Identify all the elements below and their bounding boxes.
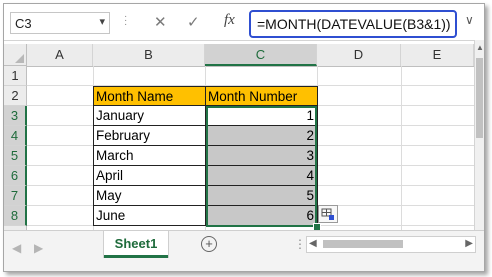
scroll-left-icon[interactable]: ◀: [309, 238, 317, 249]
row-header-3[interactable]: 3: [4, 106, 27, 126]
column-header-e[interactable]: E: [401, 44, 474, 66]
select-all-icon: [15, 54, 24, 63]
row-header-4[interactable]: 4: [4, 126, 27, 146]
expand-formula-bar-icon[interactable]: ∨: [465, 13, 474, 27]
splitter-handle-icon[interactable]: ⋮: [294, 237, 306, 251]
header-cell-month-number[interactable]: Month Number: [205, 86, 318, 106]
scroll-right-icon[interactable]: ▶: [465, 238, 473, 249]
row-header-7[interactable]: 7: [4, 186, 27, 206]
name-box[interactable]: C3 ▾: [10, 12, 110, 34]
sheet-tab-bar: ◀ ▶ Sheet1 + ⋮ ◀ ▶: [4, 230, 484, 271]
vertical-scrollbar[interactable]: ▲: [474, 40, 484, 230]
month-name-cell[interactable]: February: [93, 126, 206, 146]
month-name-cell[interactable]: March: [93, 146, 206, 166]
sheet-tab[interactable]: Sheet1: [104, 231, 168, 258]
horizontal-scroll-thumb[interactable]: [323, 240, 403, 248]
month-number-cell[interactable]: 3: [206, 146, 318, 166]
name-box-value: C3: [15, 16, 32, 31]
chevron-down-icon[interactable]: ▾: [99, 15, 105, 28]
column-header-a[interactable]: A: [27, 44, 93, 66]
month-number-cell[interactable]: 4: [206, 166, 318, 186]
quick-analysis-icon: [321, 208, 334, 220]
excel-window: C3 ▾ · · · ✕ ✓ fx =MONTH(DATEVALUE(B3&1)) …: [3, 3, 485, 272]
horizontal-scrollbar[interactable]: ◀ ▶: [306, 236, 476, 253]
cancel-icon[interactable]: ✕: [154, 13, 167, 31]
month-name-cell[interactable]: May: [93, 186, 206, 206]
next-sheet-icon[interactable]: ▶: [34, 241, 43, 255]
month-name-cell[interactable]: January: [93, 106, 206, 126]
month-number-cell[interactable]: 6: [206, 206, 318, 226]
formula-input[interactable]: =MONTH(DATEVALUE(B3&1)): [249, 10, 457, 38]
month-number-cell[interactable]: 1: [206, 106, 318, 126]
scroll-up-icon[interactable]: ▲: [476, 43, 484, 52]
select-all-button[interactable]: [4, 44, 27, 66]
header-cell-month-name[interactable]: Month Name: [93, 86, 206, 106]
check-icon[interactable]: ✓: [187, 13, 200, 31]
row-header-1[interactable]: 1: [4, 66, 27, 86]
formula-bar: C3 ▾ · · · ✕ ✓ fx =MONTH(DATEVALUE(B3&1)) …: [4, 4, 484, 41]
column-headers: A B C D E: [27, 44, 474, 67]
month-number-cell[interactable]: 5: [206, 186, 318, 206]
row-header-5[interactable]: 5: [4, 146, 27, 166]
sheet-tab-label: Sheet1: [114, 236, 158, 251]
column-header-c[interactable]: C: [205, 44, 317, 66]
vertical-scroll-thumb[interactable]: [476, 58, 483, 138]
prev-sheet-icon[interactable]: ◀: [12, 241, 21, 255]
column-header-d[interactable]: D: [317, 44, 401, 66]
row-header-6[interactable]: 6: [4, 166, 27, 186]
quick-analysis-button[interactable]: [318, 205, 338, 223]
add-sheet-icon[interactable]: +: [201, 236, 217, 252]
month-name-cell[interactable]: April: [93, 166, 206, 186]
row-header-8[interactable]: 8: [4, 206, 27, 226]
row-header-2[interactable]: 2: [4, 86, 27, 106]
column-header-b[interactable]: B: [93, 44, 205, 66]
drag-handle-icon[interactable]: · · ·: [124, 12, 128, 30]
month-number-cell[interactable]: 2: [206, 126, 318, 146]
formula-text: =MONTH(DATEVALUE(B3&1)): [257, 16, 451, 32]
month-name-cell[interactable]: June: [93, 206, 206, 226]
insert-function-button[interactable]: fx: [224, 12, 235, 29]
